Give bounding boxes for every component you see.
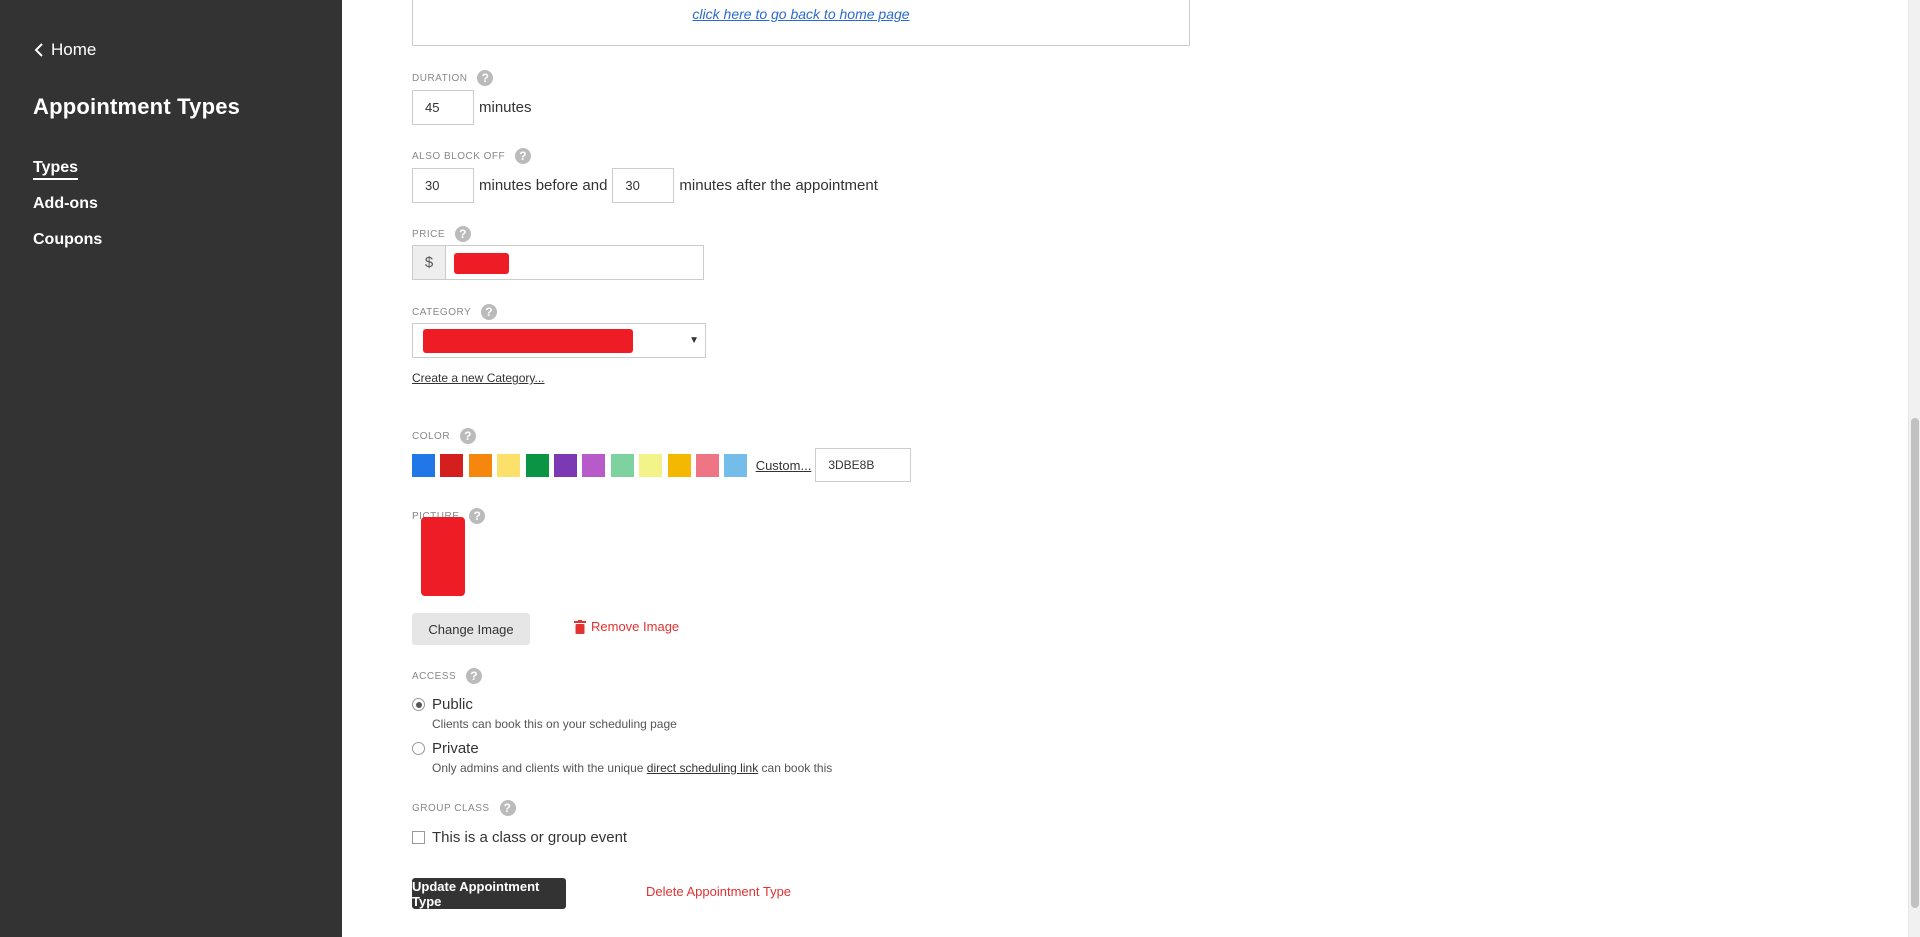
scrollbar-thumb[interactable] — [1911, 418, 1919, 908]
redaction-mark — [423, 329, 633, 353]
help-icon[interactable]: ? — [477, 70, 494, 86]
remove-image-label: Remove Image — [591, 619, 680, 634]
category-select[interactable]: ▼ — [412, 323, 706, 358]
access-label: ACCESS ? — [412, 668, 483, 684]
public-radio[interactable] — [412, 698, 425, 711]
price-field: $ — [412, 245, 704, 280]
group-class-checkbox[interactable] — [412, 831, 425, 844]
public-radio-label: Public — [432, 696, 473, 713]
color-swatch[interactable] — [582, 453, 606, 477]
price-input[interactable] — [446, 246, 703, 279]
chevron-left-icon — [34, 43, 43, 57]
help-icon[interactable]: ? — [466, 668, 483, 684]
group-class-option[interactable]: This is a class or group event — [412, 829, 627, 846]
duration-unit: minutes — [479, 99, 532, 116]
redaction-mark — [454, 253, 509, 274]
color-swatch[interactable] — [610, 453, 634, 477]
update-appointment-type-button[interactable]: Update Appointment Type — [412, 878, 566, 909]
help-icon[interactable]: ? — [455, 226, 472, 242]
private-radio-label: Private — [432, 740, 479, 757]
help-icon[interactable]: ? — [469, 508, 486, 524]
access-public-option[interactable]: Public — [412, 696, 473, 713]
hex-color-input[interactable]: 3DBE8B — [815, 448, 912, 482]
access-private-option[interactable]: Private — [412, 740, 479, 757]
color-swatch[interactable] — [412, 453, 435, 477]
trash-icon — [574, 619, 586, 634]
sidebar: Home Appointment Types Types Add-ons Cou… — [0, 0, 342, 937]
custom-color-link[interactable]: Custom... — [756, 458, 812, 473]
help-icon[interactable]: ? — [481, 304, 498, 320]
main-content: click here to go back to home page DURAT… — [342, 0, 1920, 937]
sidebar-nav: Types Add-ons Coupons — [33, 157, 102, 265]
block-off-label: ALSO BLOCK OFF ? — [412, 148, 532, 164]
change-image-button[interactable]: Change Image — [412, 613, 530, 645]
back-home-link[interactable]: click here to go back to home page — [413, 6, 1189, 22]
color-swatch[interactable] — [667, 453, 691, 477]
preview-box: click here to go back to home page — [412, 0, 1190, 46]
help-icon[interactable]: ? — [499, 800, 516, 816]
block-after-input[interactable]: 30 — [612, 168, 675, 203]
private-description: Only admins and clients with the unique … — [432, 761, 833, 775]
color-swatch[interactable] — [724, 453, 748, 477]
sidebar-item-coupons[interactable]: Coupons — [33, 229, 102, 265]
color-swatch[interactable] — [497, 453, 521, 477]
group-class-label: GROUP CLASS ? — [412, 800, 516, 816]
duration-label: DURATION ? — [412, 70, 494, 86]
picture-thumbnail — [421, 517, 465, 596]
block-after-text: minutes after the appointment — [679, 177, 878, 194]
color-swatches: Custom... 3DBE8B — [412, 448, 912, 482]
color-swatch[interactable] — [468, 453, 492, 477]
home-link-label: Home — [51, 40, 97, 59]
sidebar-title: Appointment Types — [33, 94, 241, 119]
color-swatch[interactable] — [525, 453, 549, 477]
home-link[interactable]: Home — [33, 40, 96, 60]
color-swatch[interactable] — [639, 453, 663, 477]
help-icon[interactable]: ? — [515, 148, 532, 164]
color-swatch[interactable] — [695, 453, 719, 477]
duration-input[interactable]: 45 — [412, 90, 474, 125]
delete-appointment-type-button[interactable]: Delete Appointment Type — [646, 884, 791, 899]
private-radio[interactable] — [412, 742, 425, 755]
currency-prefix: $ — [413, 246, 446, 279]
category-label: CATEGORY ? — [412, 304, 498, 320]
color-swatch[interactable] — [440, 453, 464, 477]
group-class-checkbox-label: This is a class or group event — [432, 829, 628, 846]
block-before-input[interactable]: 30 — [412, 168, 474, 203]
color-label: COLOR ? — [412, 428, 477, 444]
duration-row: 45 minutes — [412, 90, 537, 125]
sidebar-item-types[interactable]: Types — [33, 157, 102, 193]
color-swatch[interactable] — [553, 453, 577, 477]
sidebar-item-add-ons[interactable]: Add-ons — [33, 193, 102, 229]
remove-image-button[interactable]: Remove Image — [574, 619, 679, 634]
public-description: Clients can book this on your scheduling… — [432, 717, 677, 731]
price-label: PRICE ? — [412, 226, 472, 242]
block-off-row: 30 minutes before and 30 minutes after t… — [412, 168, 883, 203]
block-before-text: minutes before and — [479, 177, 608, 194]
create-category-link[interactable]: Create a new Category... — [412, 371, 545, 385]
scrollbar[interactable] — [1908, 0, 1920, 937]
direct-scheduling-link[interactable]: direct scheduling link — [647, 761, 758, 775]
caret-down-icon: ▼ — [689, 335, 699, 346]
help-icon[interactable]: ? — [460, 428, 477, 444]
